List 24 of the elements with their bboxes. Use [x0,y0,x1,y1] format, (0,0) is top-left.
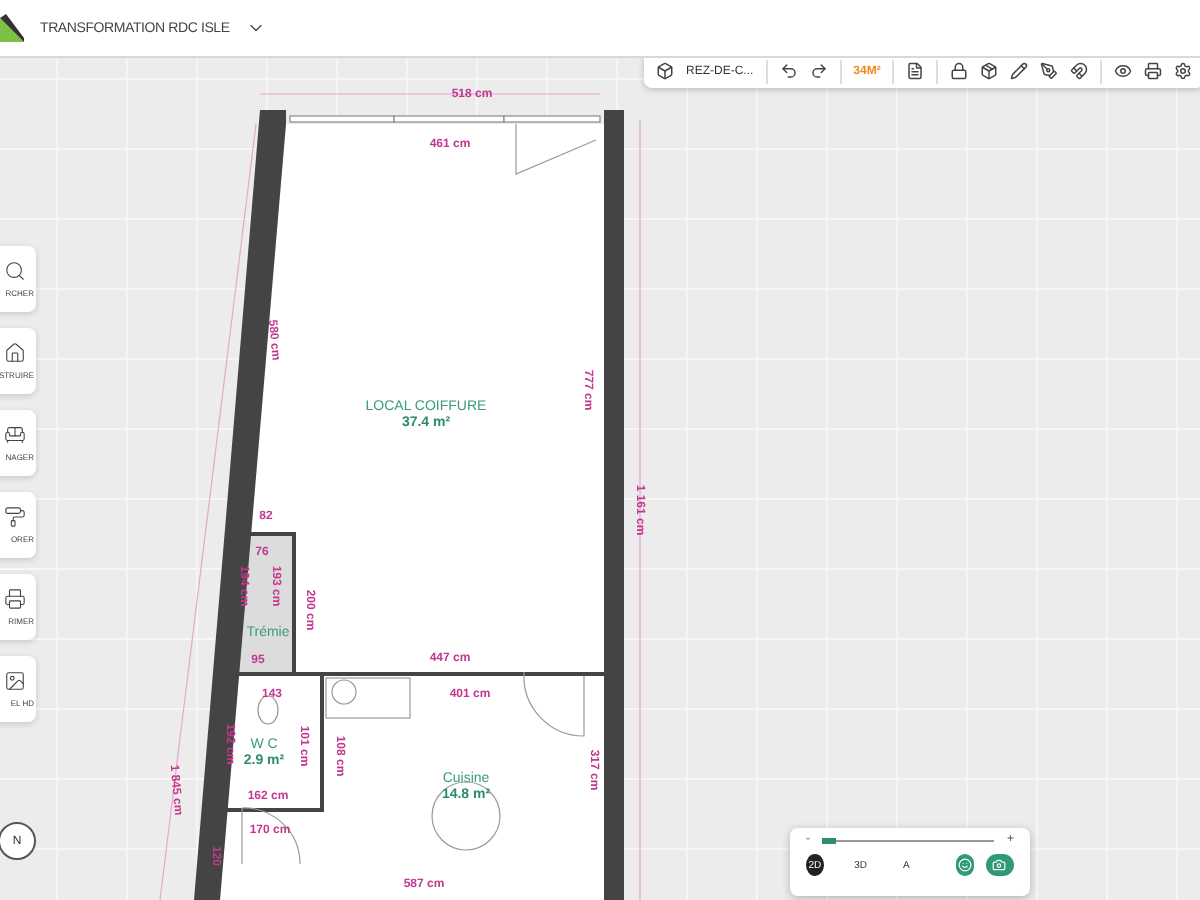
logo-icon [0,14,24,42]
pencil-icon[interactable] [1010,62,1029,80]
pen-icon[interactable] [1040,62,1059,80]
house-icon [4,342,26,364]
paint-roller-icon [4,506,26,528]
eye-icon[interactable] [1114,62,1133,80]
undo-icon[interactable] [779,62,798,80]
box-icon[interactable] [980,62,999,80]
plan-canvas[interactable] [0,58,1200,900]
cube-icon[interactable] [656,62,674,80]
camera-button[interactable] [985,854,1015,876]
image-icon [4,670,26,692]
magnet-icon[interactable] [1070,62,1089,80]
sofa-icon [4,424,26,446]
printer-icon[interactable] [1144,62,1163,80]
smiley-icon [957,858,972,872]
settings-icon[interactable] [1174,62,1193,80]
document-icon[interactable] [906,62,925,80]
face-button[interactable] [955,854,973,876]
printer-icon [4,588,26,610]
redo-icon[interactable] [809,62,828,80]
lock-icon[interactable] [950,62,969,80]
search-icon [4,260,26,282]
camera-icon [992,858,1007,872]
